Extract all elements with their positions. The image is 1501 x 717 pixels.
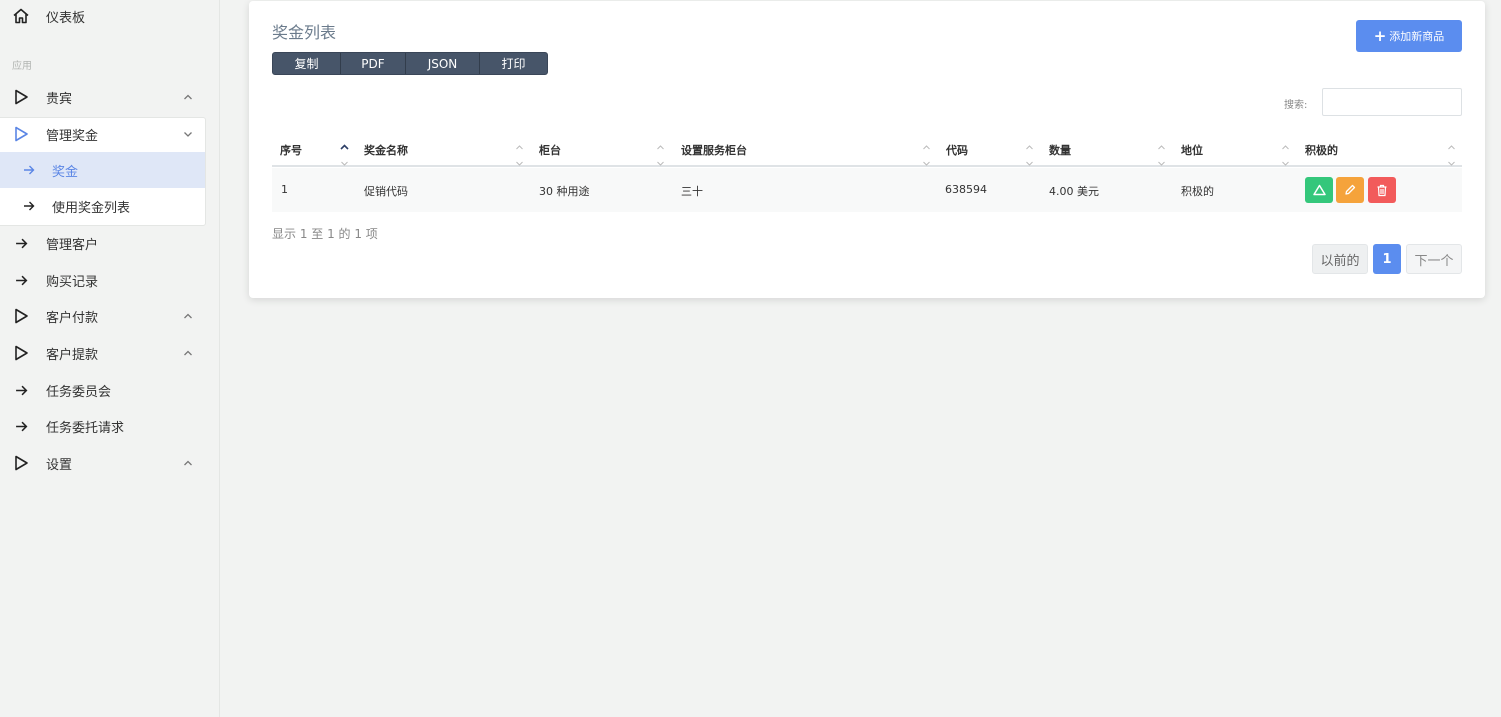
pencil-icon — [1345, 184, 1356, 195]
play-icon — [12, 454, 30, 472]
play-icon — [12, 125, 30, 143]
sidebar-item-label: 任务委托请求 — [46, 420, 125, 436]
cell-counter: 30 种用途 — [539, 185, 590, 198]
copy-button[interactable]: 复制 — [273, 53, 341, 74]
sort-asc-icon[interactable] — [340, 142, 349, 166]
sidebar-item-customer-payments[interactable]: 客户付款 — [0, 298, 206, 334]
cell-status: 积极的 — [1181, 185, 1214, 198]
arrow-right-icon — [12, 234, 30, 252]
sort-icon[interactable] — [1447, 142, 1456, 166]
cell-code: 638594 — [945, 183, 987, 196]
edit-button[interactable] — [1336, 177, 1364, 203]
sort-icon[interactable] — [656, 142, 665, 166]
print-button[interactable]: 打印 — [480, 53, 547, 74]
column-header-service-counter[interactable]: 设置服务柜台 — [681, 142, 747, 158]
sidebar: 仪表板 应用 贵宾 奖金 使用奖金列表 管理奖金 管理客户 购买记录 客户付款 … — [0, 0, 220, 717]
sidebar-item-vip[interactable]: 贵宾 — [0, 79, 206, 115]
add-new-item-button[interactable]: + 添加新商品 — [1356, 20, 1462, 52]
sidebar-item-task-requests[interactable]: 任务委托请求 — [0, 408, 206, 444]
section-label: 应用 — [12, 61, 32, 72]
column-header-no[interactable]: 序号 — [280, 142, 302, 158]
pagination-next[interactable]: 下一个 — [1406, 244, 1462, 274]
add-button-label: 添加新商品 — [1389, 30, 1445, 43]
table-info: 显示 1 至 1 的 1 项 — [272, 227, 378, 241]
arrow-right-icon — [22, 163, 36, 177]
sidebar-item-purchase-records[interactable]: 购买记录 — [0, 262, 206, 298]
sidebar-item-label: 使用奖金列表 — [52, 200, 131, 216]
sort-icon[interactable] — [1281, 142, 1290, 166]
sidebar-item-label: 奖金 — [52, 164, 79, 180]
sidebar-item-bonus-usage-list[interactable]: 使用奖金列表 — [0, 188, 205, 224]
sidebar-item-label: 管理奖金 — [46, 128, 99, 144]
arrow-right-icon — [22, 199, 36, 213]
pagination-page-1[interactable]: 1 — [1373, 244, 1401, 274]
chevron-up-icon — [184, 350, 192, 356]
search-label: 搜索: — [1284, 100, 1308, 111]
column-header-status[interactable]: 地位 — [1181, 142, 1203, 158]
json-button[interactable]: JSON — [406, 53, 480, 74]
cell-service-counter: 三十 — [681, 185, 703, 198]
sidebar-item-manage-customers[interactable]: 管理客户 — [0, 225, 206, 261]
home-icon — [12, 7, 30, 25]
sidebar-item-label: 购买记录 — [46, 274, 99, 290]
activate-button[interactable] — [1305, 177, 1333, 203]
column-header-amount[interactable]: 数量 — [1049, 142, 1071, 158]
table-row: 1 促销代码 30 种用途 三十 638594 4.00 美元 积极的 — [272, 168, 1462, 212]
page-title: 奖金列表 — [272, 23, 337, 42]
sidebar-item-label: 客户提款 — [46, 347, 99, 363]
bonus-list-card: 奖金列表 复制 PDF JSON 打印 + 添加新商品 搜索: 序号 奖金名称 … — [249, 1, 1485, 298]
sidebar-item-label: 设置 — [46, 457, 73, 473]
chevron-up-icon — [184, 94, 192, 100]
table-header: 序号 奖金名称 柜台 设置服务柜台 代码 数量 地位 积极的 — [272, 133, 1462, 167]
sidebar-item-label: 贵宾 — [46, 91, 73, 107]
play-icon — [12, 307, 30, 325]
column-header-name[interactable]: 奖金名称 — [364, 142, 408, 158]
play-icon — [12, 344, 30, 362]
cell-no: 1 — [281, 183, 288, 196]
play-icon — [12, 88, 30, 106]
sidebar-item-customer-withdrawals[interactable]: 客户提款 — [0, 335, 206, 371]
sort-icon[interactable] — [1025, 142, 1034, 166]
chevron-down-icon — [184, 132, 192, 137]
arrow-right-icon — [12, 381, 30, 399]
sidebar-item-label: 任务委员会 — [46, 384, 112, 400]
column-header-actions[interactable]: 积极的 — [1305, 142, 1338, 158]
sort-icon[interactable] — [1157, 142, 1166, 166]
chevron-up-icon — [184, 313, 192, 319]
sidebar-item-settings[interactable]: 设置 — [0, 445, 206, 481]
sidebar-item-bonus[interactable]: 奖金 — [0, 152, 205, 188]
triangle-icon — [1312, 184, 1326, 196]
delete-button[interactable] — [1368, 177, 1396, 203]
arrow-right-icon — [12, 417, 30, 435]
sort-icon[interactable] — [515, 142, 524, 166]
pagination-previous[interactable]: 以前的 — [1312, 244, 1368, 274]
pdf-button[interactable]: PDF — [341, 53, 406, 74]
arrow-right-icon — [12, 271, 30, 289]
sidebar-item-manage-bonus[interactable]: 管理奖金 — [0, 116, 206, 152]
sort-icon[interactable] — [922, 142, 931, 166]
sidebar-item-task-commission[interactable]: 任务委员会 — [0, 372, 206, 408]
sidebar-item-label: 管理客户 — [46, 237, 99, 253]
column-header-counter[interactable]: 柜台 — [539, 142, 561, 158]
chevron-up-icon — [184, 460, 192, 466]
sidebar-item-label: 仪表板 — [46, 10, 86, 26]
cell-amount: 4.00 美元 — [1049, 185, 1099, 198]
trash-icon — [1377, 184, 1387, 196]
search-input[interactable] — [1322, 88, 1462, 116]
plus-icon: + — [1373, 26, 1387, 45]
sidebar-item-dashboard[interactable]: 仪表板 — [0, 0, 206, 34]
sidebar-item-label: 客户付款 — [46, 310, 99, 326]
cell-name: 促销代码 — [364, 185, 408, 198]
export-button-group: 复制 PDF JSON 打印 — [272, 52, 548, 75]
column-header-code[interactable]: 代码 — [946, 142, 968, 158]
